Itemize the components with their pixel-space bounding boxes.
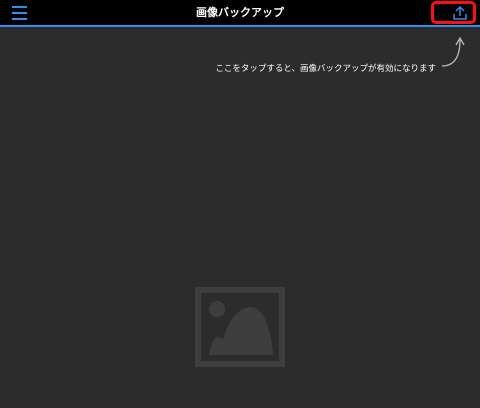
image-placeholder-icon <box>195 287 285 367</box>
curved-arrow-up-icon <box>441 36 465 67</box>
upload-button[interactable] <box>431 1 476 24</box>
page-title: 画像バックアップ <box>196 6 284 19</box>
navigation-bar: 画像バックアップ <box>0 0 480 27</box>
upload-icon <box>453 5 467 20</box>
upload-hint-text: ここをタップすると、画像バックアップが有効になります <box>215 64 436 74</box>
hamburger-menu-icon <box>12 6 27 20</box>
image-backup-screen: 画像バックアップ ここをタップすると、画像バックアップが有効になります <box>0 0 480 408</box>
menu-button[interactable] <box>8 3 32 23</box>
